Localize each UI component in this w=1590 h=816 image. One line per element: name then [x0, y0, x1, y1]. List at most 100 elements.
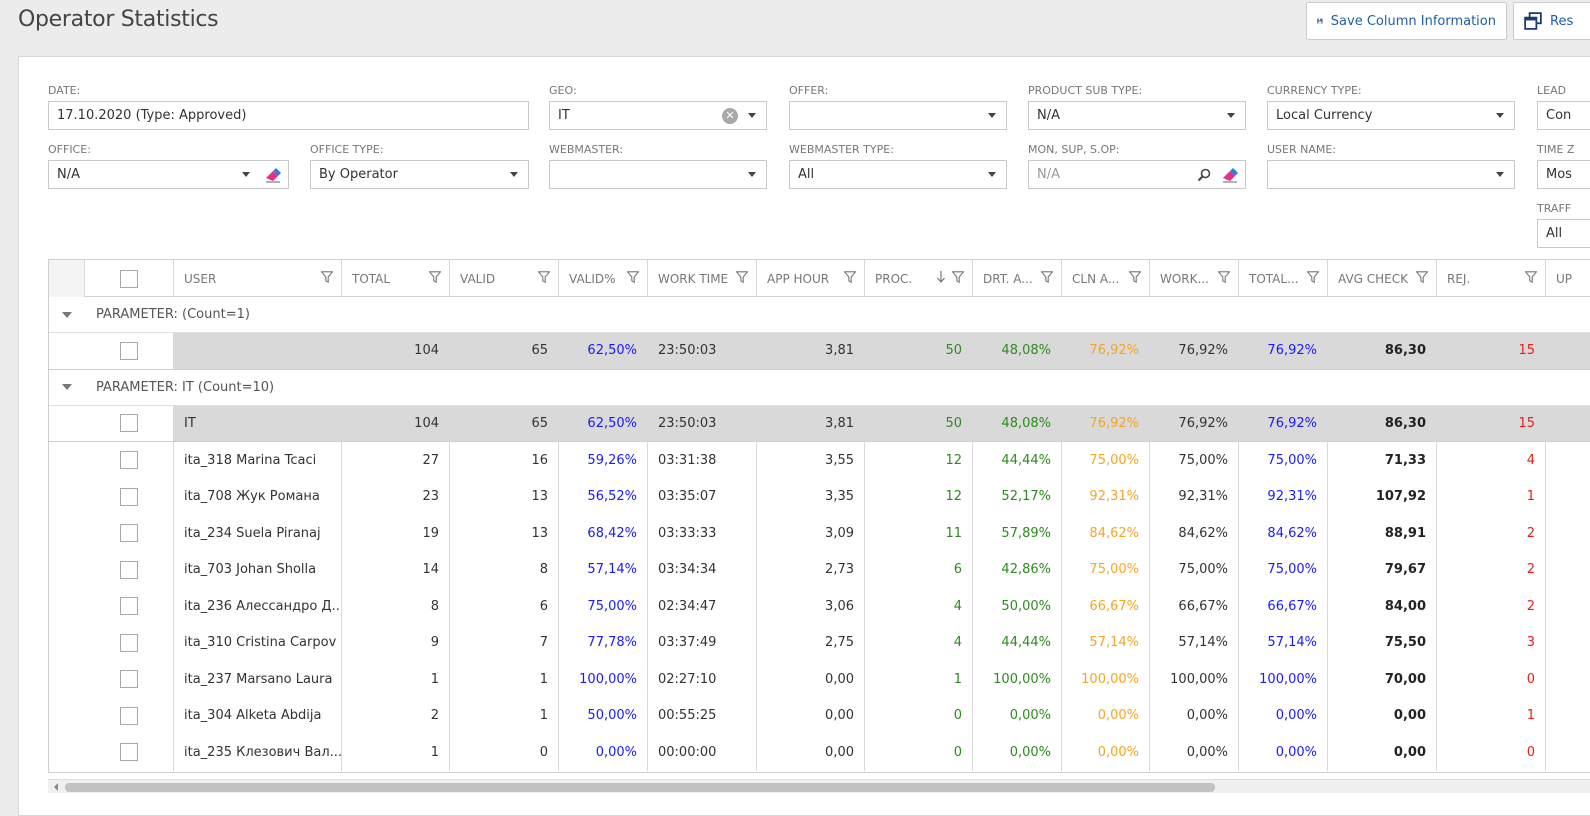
cell-user: ita_235 Клезович Вал...	[174, 734, 342, 771]
chevron-down-icon[interactable]	[1227, 113, 1235, 118]
group-summary-row[interactable]: IT 104 65 62,50% 23:50:03 3,81 50 48,08% 76,92% 7…	[49, 405, 1590, 442]
table-row[interactable]: ita_234 Suela Piranaj 19 13 68,42% 03:33:33 3…	[49, 515, 1590, 552]
office-select[interactable]: N/A	[48, 160, 289, 189]
cell-user: ita_236 Алессандро Д...	[174, 588, 342, 625]
page-title: Operator Statistics	[18, 7, 219, 32]
group-row[interactable]: PARAMETER: IT (Count=10)	[49, 370, 1590, 406]
cell-rej: 1	[1437, 697, 1546, 734]
eraser-icon[interactable]	[1221, 167, 1239, 183]
cell-up	[1546, 588, 1590, 625]
row-checkbox[interactable]	[120, 633, 138, 652]
column-header-proc[interactable]: PROC.	[865, 260, 973, 297]
select-all-checkbox[interactable]	[120, 269, 138, 288]
group-row[interactable]: PARAMETER: (Count=1)	[49, 297, 1590, 333]
eraser-icon[interactable]	[264, 167, 282, 183]
traffic-select[interactable]: All	[1537, 219, 1590, 248]
cell-work-time: 03:34:34	[648, 551, 757, 588]
row-checkbox[interactable]	[120, 743, 138, 762]
table-row[interactable]: ita_235 Клезович Вал... 1 0 0,00% 00:00:00 0,…	[49, 734, 1590, 771]
filter-icon[interactable]	[1306, 271, 1320, 286]
reset-button[interactable]: Res	[1513, 2, 1590, 40]
filter-icon[interactable]	[843, 271, 857, 286]
chevron-down-icon[interactable]	[748, 113, 756, 118]
office-type-select[interactable]: By Operator	[310, 160, 529, 189]
table-row[interactable]: ita_703 Johan Sholla 14 8 57,14% 03:34:34 2,7…	[49, 551, 1590, 588]
webmaster-select[interactable]	[549, 160, 767, 189]
column-header-valid[interactable]: VALID	[450, 260, 559, 297]
time-zone-select[interactable]: Mos	[1537, 160, 1590, 189]
column-header-label: TOTAL...	[1249, 271, 1299, 286]
product-sub-type-select[interactable]: N/A	[1028, 101, 1246, 130]
column-header-drt-a[interactable]: DRT. A...	[973, 260, 1062, 297]
chevron-down-icon[interactable]	[242, 172, 250, 177]
column-header-app-hour[interactable]: APP HOUR	[757, 260, 865, 297]
table-row[interactable]: ita_236 Алессандро Д... 8 6 75,00% 02:34:47 3…	[49, 588, 1590, 625]
chevron-down-icon[interactable]	[1496, 113, 1504, 118]
chevron-down-icon[interactable]	[748, 172, 756, 177]
date-field[interactable]: 17.10.2020 (Type: Approved)	[48, 101, 529, 130]
filter-icon[interactable]	[537, 271, 551, 286]
collapse-triangle-icon[interactable]	[62, 384, 72, 390]
row-checkbox[interactable]	[120, 341, 138, 360]
column-header-total[interactable]: TOTAL	[342, 260, 450, 297]
row-checkbox[interactable]	[120, 414, 138, 433]
filter-icon[interactable]	[735, 271, 749, 286]
save-column-information-button[interactable]: Save Column Information	[1306, 2, 1507, 40]
column-header-up[interactable]: UP	[1546, 260, 1590, 297]
sort-descending-icon[interactable]	[936, 271, 946, 286]
clear-icon[interactable]: ✕	[722, 107, 738, 124]
cell-work-time: 03:31:38	[648, 442, 757, 479]
filter-icon[interactable]	[626, 271, 640, 286]
table-row[interactable]: ita_318 Marina Tcaci 27 16 59,26% 03:31:38 3,…	[49, 442, 1590, 479]
column-header-work-time[interactable]: WORK TIME	[648, 260, 757, 297]
scrollbar-thumb[interactable]	[65, 783, 1215, 792]
column-header-work[interactable]: WORK...	[1150, 260, 1239, 297]
lead-select[interactable]: Con	[1537, 101, 1590, 130]
scroll-left-icon[interactable]	[54, 783, 58, 791]
mon-sup-field[interactable]: N/A	[1028, 160, 1246, 189]
table-row[interactable]: ita_310 Cristina Carpov 9 7 77,78% 03:37:49 2…	[49, 624, 1590, 661]
row-checkbox[interactable]	[120, 560, 138, 579]
chevron-down-icon[interactable]	[988, 172, 996, 177]
cell-drt: 57,89%	[973, 515, 1062, 552]
cell-total: 104	[342, 405, 450, 441]
chevron-down-icon[interactable]	[1496, 172, 1504, 177]
collapse-triangle-icon[interactable]	[62, 311, 72, 318]
horizontal-scrollbar[interactable]	[48, 779, 1590, 793]
table-row[interactable]: ita_304 Alketa Abdija 2 1 50,00% 00:55:25 0,0…	[49, 697, 1590, 734]
user-name-select[interactable]	[1267, 160, 1515, 189]
filter-icon[interactable]	[1217, 271, 1231, 286]
filter-icon[interactable]	[951, 271, 965, 286]
currency-type-select[interactable]: Local Currency	[1267, 101, 1515, 130]
filter-icon[interactable]	[1415, 271, 1429, 286]
search-icon[interactable]	[1197, 168, 1211, 182]
filter-icon[interactable]	[320, 271, 334, 286]
webmaster-type-select[interactable]: All	[789, 160, 1007, 189]
cell-app-hour: 3,06	[757, 588, 865, 625]
column-header-total[interactable]: TOTAL...	[1239, 260, 1328, 297]
group-summary-row[interactable]: 104 65 62,50% 23:50:03 3,81 50 48,08% 76,92% 76,…	[49, 333, 1590, 370]
row-checkbox[interactable]	[120, 524, 138, 543]
column-header-avg-check[interactable]: AVG CHECK	[1328, 260, 1437, 297]
row-checkbox[interactable]	[120, 487, 138, 506]
filter-icon[interactable]	[428, 271, 442, 286]
row-checkbox[interactable]	[120, 670, 138, 689]
row-checkbox[interactable]	[120, 451, 138, 470]
chevron-down-icon[interactable]	[510, 172, 518, 177]
column-header-valid[interactable]: VALID%	[559, 260, 648, 297]
row-checkbox[interactable]	[120, 597, 138, 616]
offer-select[interactable]	[789, 101, 1007, 130]
table-row[interactable]: ita_237 Marsano Laura 1 1 100,00% 02:27:10 0,…	[49, 661, 1590, 698]
column-header-cln-a[interactable]: CLN A...	[1062, 260, 1150, 297]
chevron-down-icon[interactable]	[988, 113, 996, 118]
table-row[interactable]: ita_708 Жук Романа 23 13 56,52% 03:35:07 3,35…	[49, 478, 1590, 515]
filter-icon[interactable]	[1128, 271, 1142, 286]
column-header-label: REJ.	[1447, 271, 1471, 286]
filter-icon[interactable]	[1524, 271, 1538, 286]
filter-icon[interactable]	[1040, 271, 1054, 286]
cell-work: 84,62%	[1150, 515, 1239, 552]
column-header-user[interactable]: USER	[174, 260, 342, 297]
column-header-rej[interactable]: REJ.	[1437, 260, 1546, 297]
row-checkbox[interactable]	[120, 706, 138, 725]
geo-select[interactable]: IT ✕	[549, 101, 767, 130]
